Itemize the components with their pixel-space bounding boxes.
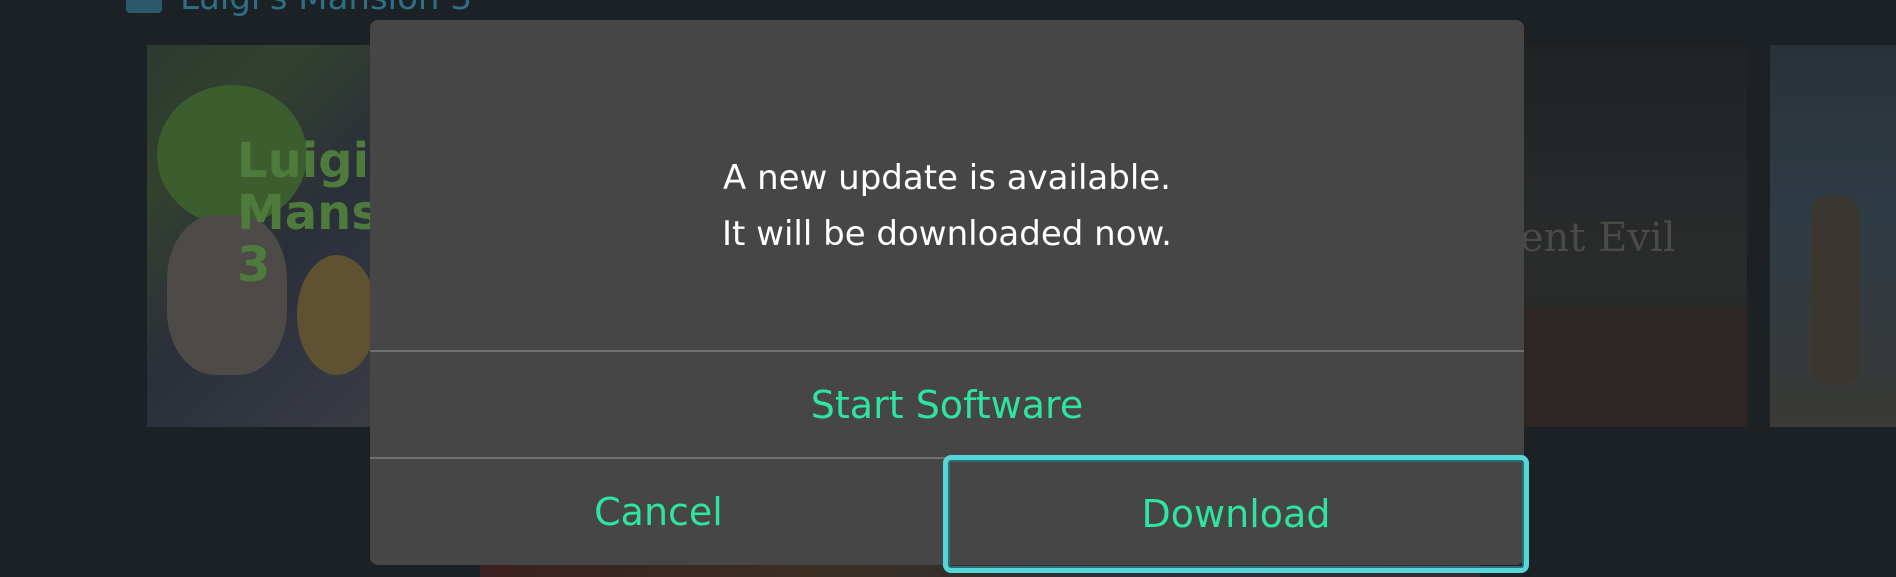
dialog-message-line-1: A new update is available.	[723, 158, 1171, 198]
update-dialog: A new update is available. It will be do…	[370, 20, 1529, 573]
game-tile-resident-evil[interactable]: ent Evil	[1500, 45, 1747, 427]
selected-game-title: Luigi's Mansion 3	[126, 0, 472, 18]
cancel-button[interactable]: Cancel	[370, 459, 947, 565]
game-art-title: Luigi Mansion 3	[237, 133, 387, 293]
game-tile-zelda[interactable]	[1770, 45, 1896, 427]
selected-game-title-text: Luigi's Mansion 3	[180, 0, 472, 18]
dialog-message-line-2: It will be downloaded now.	[722, 214, 1172, 254]
download-button[interactable]: Download	[943, 455, 1529, 573]
game-art-title: ent Evil	[1520, 215, 1676, 261]
dialog-message: A new update is available. It will be do…	[370, 150, 1524, 262]
game-tile-luigis-mansion-3[interactable]: Luigi Mansion 3	[147, 45, 387, 427]
software-icon	[126, 0, 162, 13]
start-software-button[interactable]: Start Software	[370, 352, 1524, 457]
